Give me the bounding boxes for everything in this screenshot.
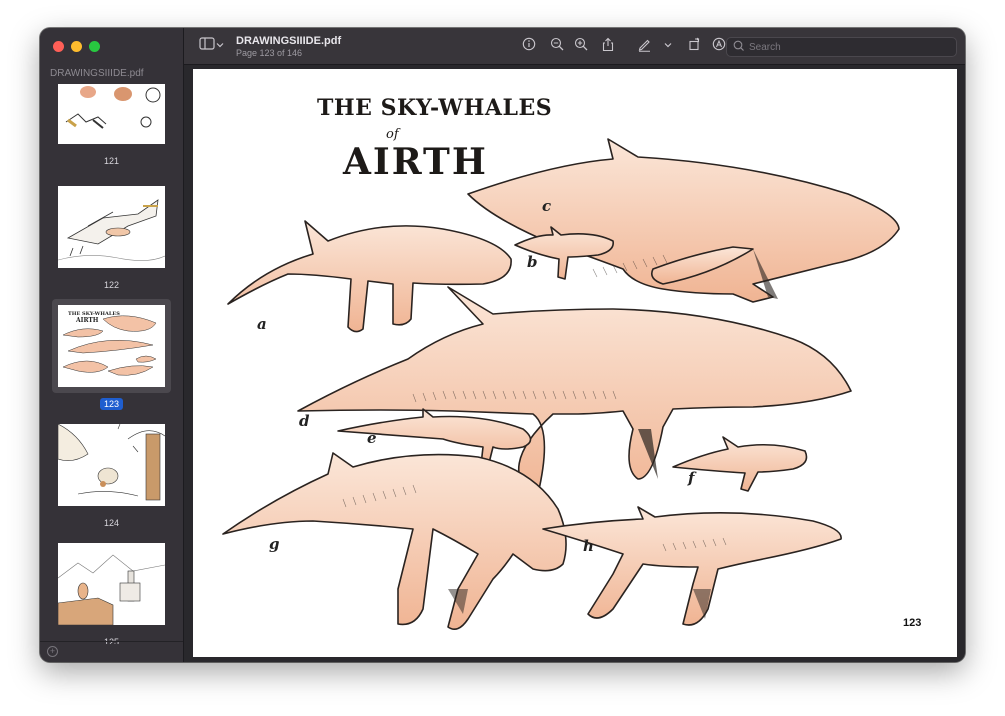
thumbnail-image (58, 186, 165, 268)
whale-label: g (269, 535, 280, 553)
whale-h (542, 506, 842, 626)
thumbnail-label: 123 (52, 398, 171, 410)
thumbnail-image (58, 424, 165, 506)
chevron-down-icon[interactable] (214, 37, 226, 55)
search-field[interactable] (726, 37, 957, 57)
window-controls (53, 41, 100, 52)
toolbar: DRAWINGSIIIDE.pdf Page 123 of 146 (184, 28, 965, 65)
zoom-out-icon[interactable] (548, 37, 566, 55)
whale-label: f (688, 469, 695, 487)
svg-text:AIRTH: AIRTH (75, 317, 99, 324)
sidebar: DRAWINGSIIIDE.pdf 121 122 THE SKY-WHALES… (40, 28, 184, 662)
info-icon[interactable] (520, 37, 538, 55)
pdf-page: THE SKY-WHALES of AIRTH a b c d e f g h … (193, 69, 957, 657)
whale-label: b (527, 253, 538, 271)
document-view[interactable]: THE SKY-WHALES of AIRTH a b c d e f g h … (184, 65, 965, 662)
thumbnail-page-125[interactable]: 125 (52, 543, 171, 644)
page-title-line2: of (386, 127, 399, 142)
page-title-line1: THE SKY-WHALES (317, 95, 553, 121)
whale-label: c (542, 197, 552, 215)
thumbnail-page-121[interactable]: 121 (52, 84, 171, 166)
preview-window: DRAWINGSIIIDE.pdf 121 122 THE SKY-WHALES… (40, 28, 965, 662)
search-icon (733, 40, 744, 51)
thumbnail-image (58, 84, 165, 144)
search-input[interactable] (747, 39, 951, 55)
thumbnail-image: THE SKY-WHALES AIRTH (58, 305, 165, 387)
whale-label: e (367, 429, 377, 447)
rotate-icon[interactable] (686, 37, 704, 55)
whale-label: a (257, 315, 267, 333)
fullscreen-button[interactable] (89, 41, 100, 52)
thumbnail-image (58, 543, 165, 625)
document-title: DRAWINGSIIIDE.pdf (236, 35, 342, 47)
whale-label: h (583, 537, 594, 555)
page-indicator: Page 123 of 146 (236, 48, 303, 58)
add-icon[interactable]: + (47, 646, 58, 657)
thumbnail-label: 121 (103, 156, 120, 166)
thumbnail-page-124[interactable]: 124 (52, 424, 171, 528)
whale-a (227, 220, 512, 333)
thumbnail-page-123[interactable]: THE SKY-WHALES AIRTH 123 (52, 299, 171, 410)
close-button[interactable] (53, 41, 64, 52)
chevron-down-icon[interactable] (662, 37, 674, 55)
share-icon[interactable] (599, 37, 617, 55)
minimize-button[interactable] (71, 41, 82, 52)
zoom-in-icon[interactable] (572, 37, 590, 55)
markup-pen-icon[interactable] (635, 37, 653, 55)
page-number: 123 (903, 617, 922, 629)
sidebar-footer: + (40, 641, 183, 662)
whale-illustration (222, 138, 900, 630)
thumbnail-list[interactable]: 121 122 THE SKY-WHALES AIRTH 123 124 125 (40, 84, 183, 644)
thumbnail-label: 124 (103, 518, 120, 528)
whale-label: d (299, 412, 310, 430)
thumbnail-page-122[interactable]: 122 (52, 186, 171, 290)
page-title-line3: AIRTH (343, 141, 488, 183)
thumbnail-label: 122 (103, 280, 120, 290)
sidebar-document-title: DRAWINGSIIIDE.pdf (50, 68, 144, 79)
